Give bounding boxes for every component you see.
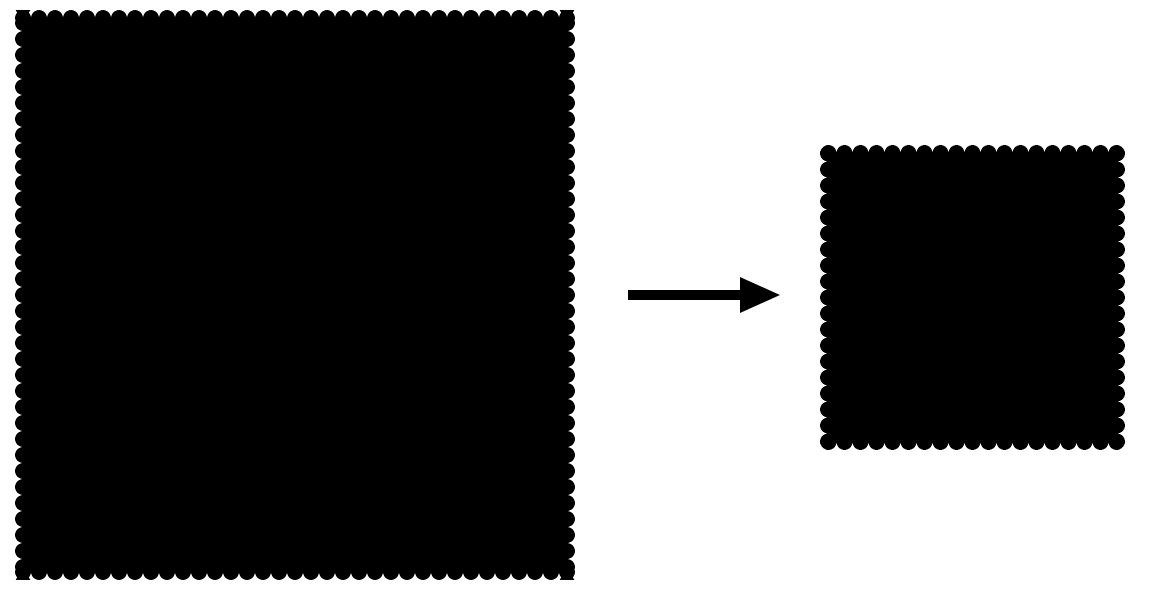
large-source-square (15, 10, 575, 580)
small-target-square (820, 145, 1125, 450)
arrow-right-icon (625, 275, 780, 315)
diagram-canvas (0, 0, 1165, 594)
